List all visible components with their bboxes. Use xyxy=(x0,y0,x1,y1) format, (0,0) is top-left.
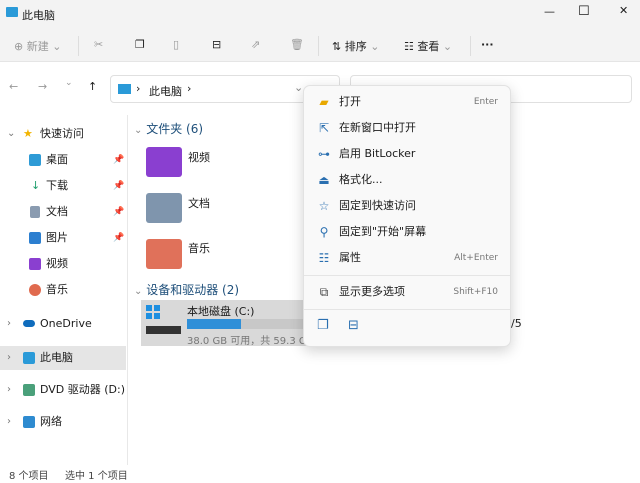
computer-icon xyxy=(23,352,35,364)
sidebar-item-quick-access[interactable]: ⌄ ★ 快速访问 xyxy=(0,123,126,145)
up-button[interactable]: ↑ xyxy=(88,80,97,93)
pin-icon: 📌 xyxy=(113,181,125,191)
address-dropdown[interactable]: ⌄ xyxy=(294,81,303,94)
title-bar: 此电脑 — ☐ ✕ xyxy=(0,0,640,30)
menu-item-7[interactable]: ☷ 属性 Alt+Enter xyxy=(308,246,506,270)
open-new-window-icon: ⇱ xyxy=(318,121,330,135)
plus-circle-icon: ⊕ xyxy=(14,40,24,53)
copy-icon[interactable]: ❐ xyxy=(135,38,145,51)
documents-icon xyxy=(30,206,40,218)
maximize-button[interactable]: ☐ xyxy=(578,4,590,19)
sort-button[interactable]: ⇅ 排序 ⌄ xyxy=(332,38,379,54)
properties-icon: ☷ xyxy=(318,251,330,265)
bitlocker-key-icon: ⊶ xyxy=(318,147,330,161)
folder-documents[interactable]: 文档 xyxy=(188,195,210,211)
more-options-button[interactable]: ··· xyxy=(481,38,494,51)
status-bar: 8 个项目 选中 1 个项目 xyxy=(0,465,640,483)
hard-drive-icon xyxy=(146,326,181,334)
music-icon xyxy=(29,284,41,296)
recent-locations-button[interactable]: ⌄ xyxy=(65,78,73,88)
new-button[interactable]: ⊕ 新建 ⌄ xyxy=(14,38,61,54)
sidebar-item-dvd-drive[interactable]: ›DVD 驱动器 (D:) CI xyxy=(0,379,126,401)
show-more-icon: ⧉ xyxy=(319,285,329,299)
sidebar-item-music[interactable]: 音乐 xyxy=(0,279,126,301)
copy-icon[interactable]: ❐ xyxy=(317,318,329,333)
cloud-icon xyxy=(23,320,35,327)
back-button[interactable]: ← xyxy=(9,80,18,93)
navigation-pane: ⌄ ★ 快速访问 桌面 📌 ↓ 下载 📌 文档 📌 图片 📌 视频 音乐 › OneDrive … xyxy=(0,115,128,465)
format-icon: ⏏ xyxy=(318,173,330,187)
paste-icon[interactable]: ▯ xyxy=(173,38,179,51)
menu-item-3[interactable]: ⊶ 启用 BitLocker xyxy=(308,142,506,166)
sidebar-item-desktop[interactable]: 桌面 📌 xyxy=(0,149,126,171)
folder-music[interactable]: 音乐 xyxy=(188,240,210,256)
pin-icon: 📌 xyxy=(113,155,125,165)
rename-icon[interactable]: ⊟ xyxy=(348,318,359,333)
menu-item-4[interactable]: ⏏ 格式化... xyxy=(308,168,506,192)
forward-button[interactable]: → xyxy=(38,80,47,93)
selection-count: 选中 1 个项目 xyxy=(65,471,128,482)
menu-item-5[interactable]: ☆ 固定到快速访问 xyxy=(308,194,506,218)
menu-item-6[interactable]: ⚲ 固定到"开始"屏幕 xyxy=(308,220,506,244)
sidebar-item-network[interactable]: › 网络 xyxy=(0,411,126,433)
videos-icon xyxy=(29,258,41,270)
pin-icon: 📌 xyxy=(113,207,125,217)
sidebar-item-documents[interactable]: 文档 📌 xyxy=(0,201,126,223)
context-menu: ▰ 打开 Enter ⇱ 在新窗口中打开 ⊶ 启用 BitLocker ⏏ 格式化... ☆ 固定到… xyxy=(303,85,511,347)
computer-icon xyxy=(118,84,131,94)
music-folder-icon xyxy=(146,239,182,269)
second-drive-label: /5 xyxy=(511,317,522,330)
close-button[interactable]: ✕ xyxy=(619,4,628,17)
folder-videos[interactable]: 视频 xyxy=(188,149,210,165)
cut-icon[interactable]: ✂ xyxy=(94,38,103,51)
dvd-drive-icon xyxy=(23,384,35,396)
share-icon[interactable]: ⇗ xyxy=(251,38,260,51)
star-icon: ☆ xyxy=(318,199,330,213)
windows-logo-icon xyxy=(146,305,160,319)
folder-icon: ▰ xyxy=(319,95,329,109)
sidebar-item-pictures[interactable]: 图片 📌 xyxy=(0,227,126,249)
view-button[interactable]: ☷ 查看 ⌄ xyxy=(404,38,452,54)
pictures-icon xyxy=(29,232,41,244)
sidebar-item-downloads[interactable]: ↓ 下载 📌 xyxy=(0,175,126,197)
desktop-icon xyxy=(29,154,41,166)
minimize-button[interactable]: — xyxy=(544,5,555,18)
sort-icon: ⇅ xyxy=(332,40,342,53)
folders-group-header[interactable]: ⌄ 文件夹 (6) xyxy=(134,120,203,137)
view-icon: ☷ xyxy=(404,40,414,53)
star-icon: ★ xyxy=(23,127,33,140)
rename-icon[interactable]: ⊟ xyxy=(212,38,221,51)
menu-item-1[interactable]: ▰ 打开 Enter xyxy=(308,90,506,114)
menu-item-show-more-options[interactable]: ⧉ 显示更多选项 Shift+F10 xyxy=(308,280,506,304)
pin-icon: 📌 xyxy=(113,233,125,243)
drive-usage-fill xyxy=(187,319,241,329)
delete-icon[interactable]: 🗑 xyxy=(290,38,304,51)
videos-folder-icon xyxy=(146,147,182,177)
menu-item-2[interactable]: ⇱ 在新窗口中打开 xyxy=(308,116,506,140)
documents-folder-icon xyxy=(146,193,182,223)
computer-icon xyxy=(6,7,18,17)
command-bar: ⊕ 新建 ⌄ ✂ ❐ ▯ ⊟ ⇗ 🗑 ⇅ 排序 ⌄ ☷ 查看 ⌄ ··· xyxy=(0,30,640,62)
sidebar-item-videos[interactable]: 视频 xyxy=(0,253,126,275)
sidebar-item-this-pc[interactable]: › 此电脑 xyxy=(0,346,126,370)
sidebar-item-onedrive[interactable]: › OneDrive xyxy=(0,313,126,335)
breadcrumb-this-pc[interactable]: 此电脑 xyxy=(149,83,182,99)
item-count: 8 个项目 xyxy=(9,471,49,482)
network-icon xyxy=(23,416,35,428)
download-icon: ↓ xyxy=(31,179,41,192)
window-title: 此电脑 xyxy=(22,9,55,22)
devices-group-header[interactable]: ⌄ 设备和驱动器 (2) xyxy=(134,281,239,298)
pin-icon: ⚲ xyxy=(319,225,329,239)
